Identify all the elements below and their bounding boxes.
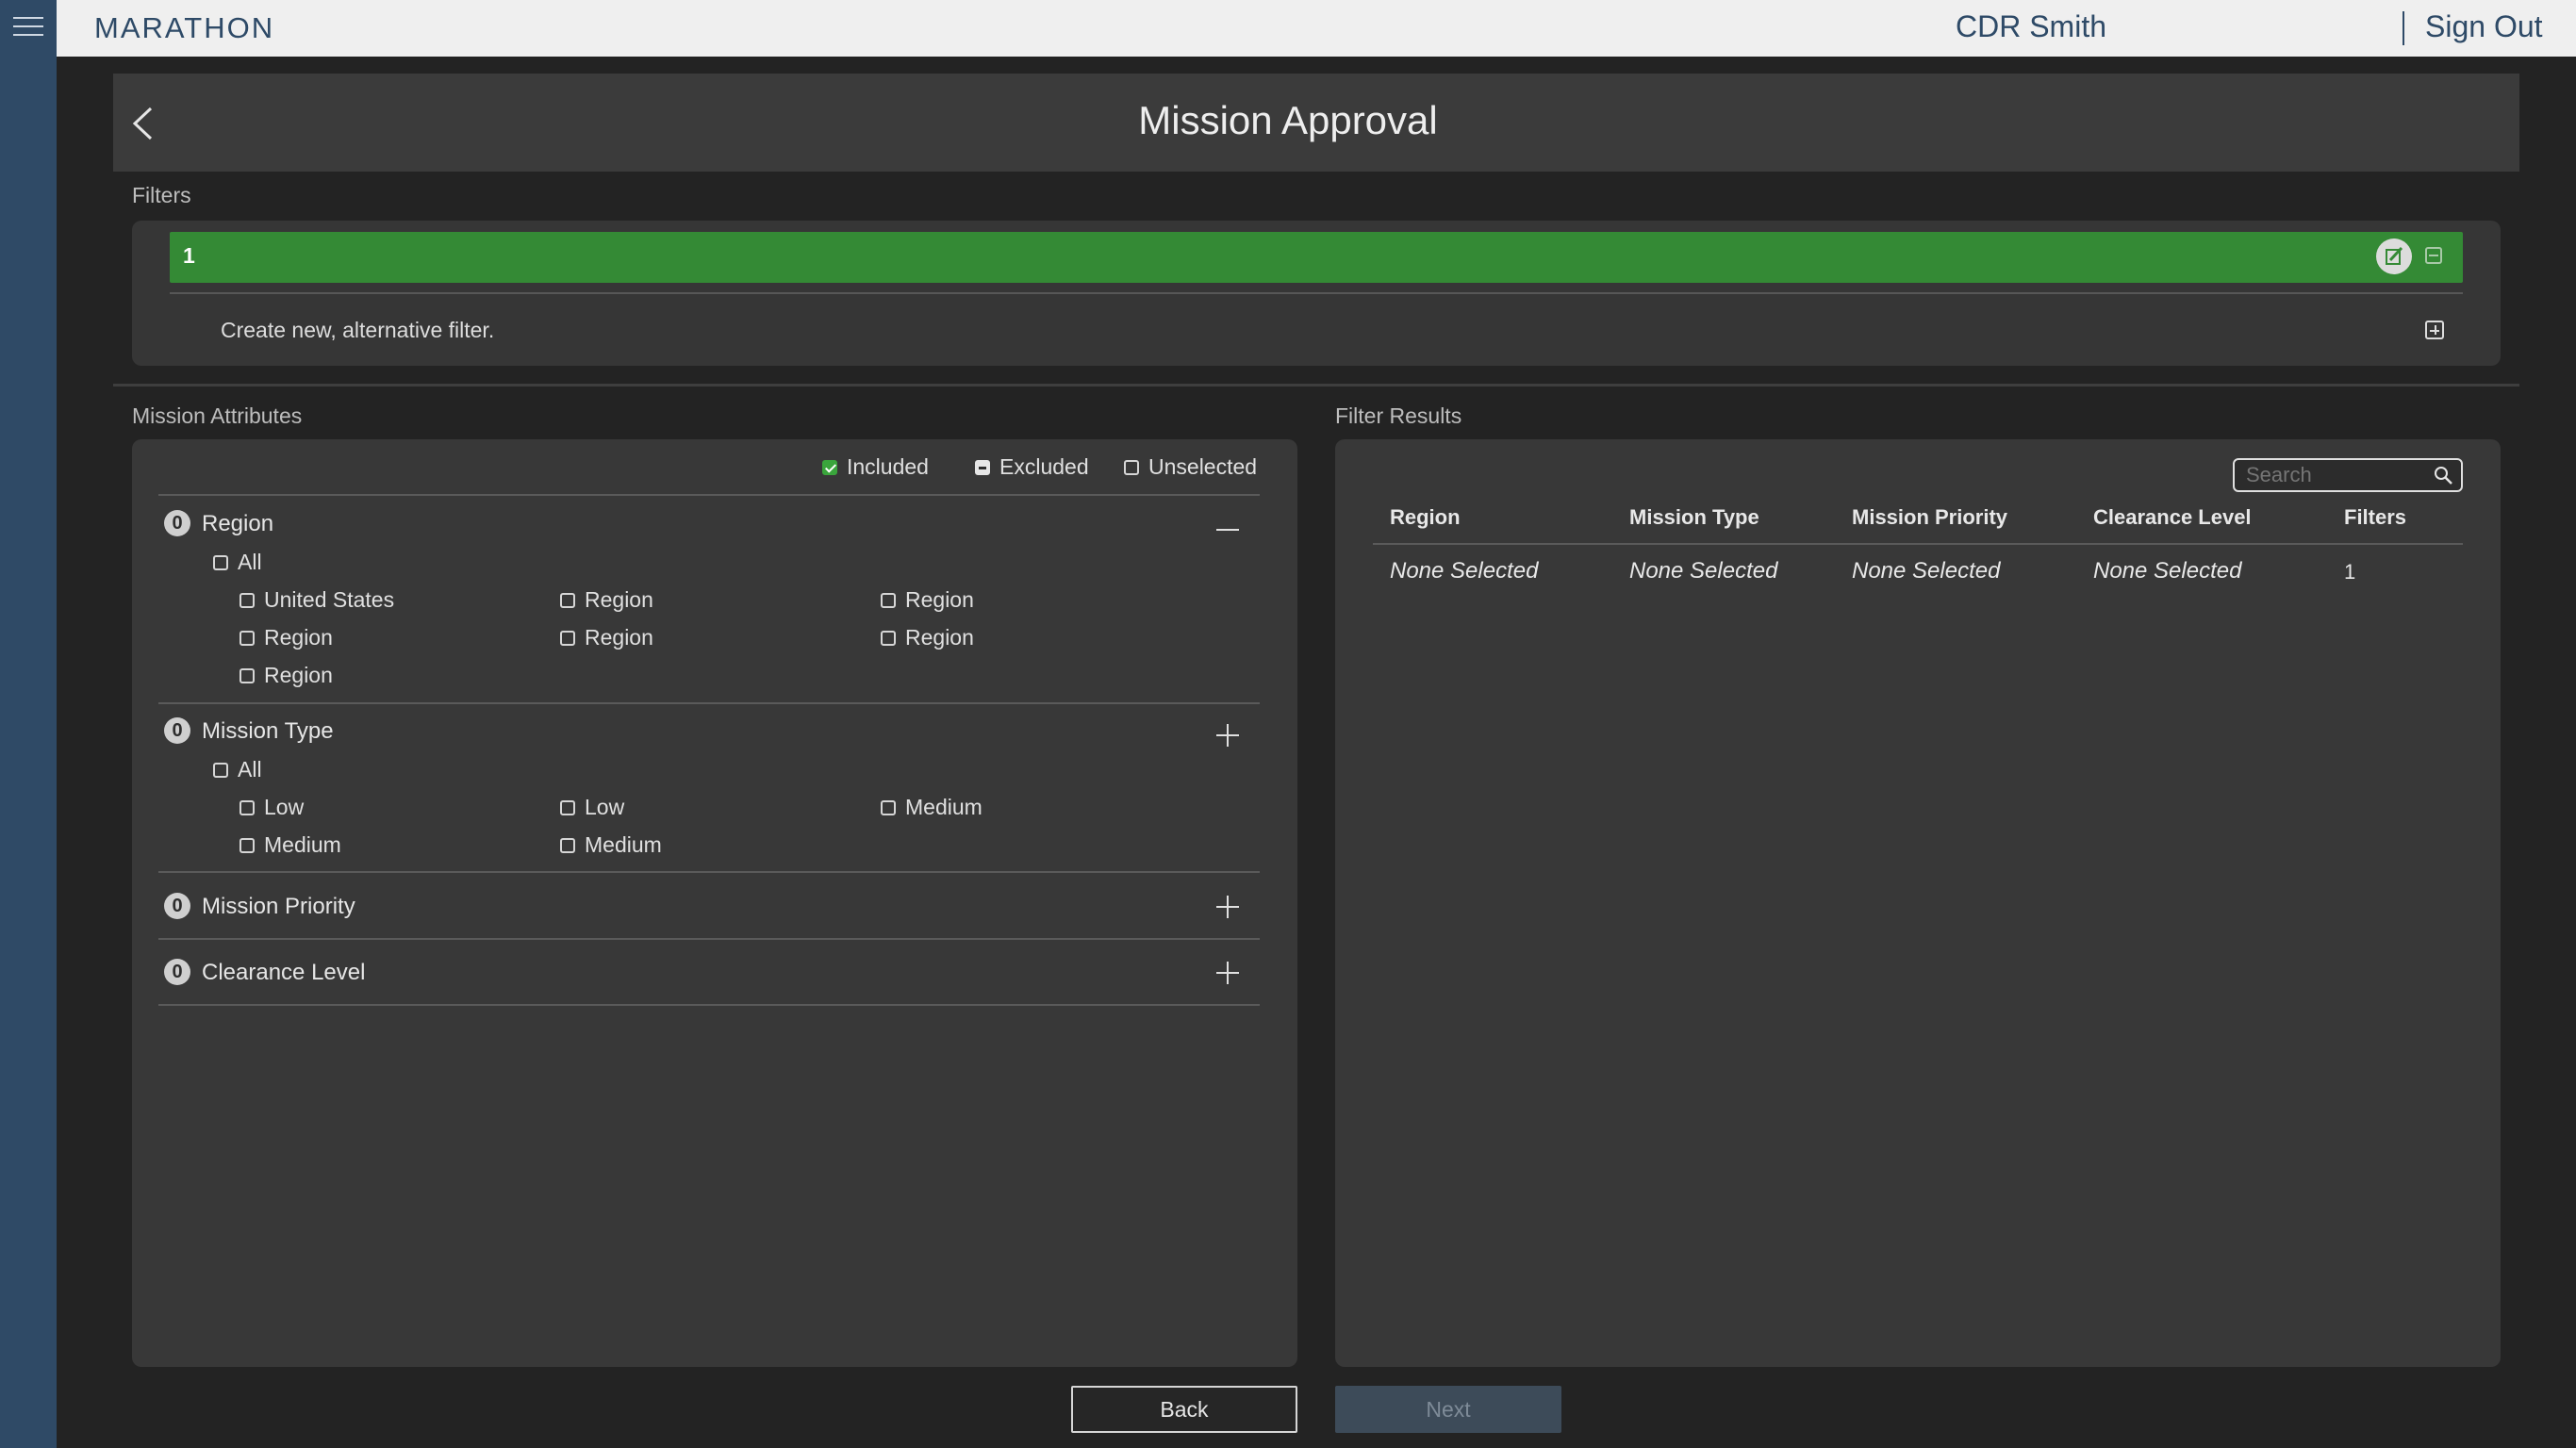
mission-type-option[interactable]: Low — [239, 795, 304, 820]
filters-label: Filters — [132, 183, 191, 207]
remove-filter-icon[interactable] — [2425, 247, 2442, 264]
mission-type-all-checkbox[interactable]: All — [213, 757, 262, 782]
unselected-checkbox-icon — [1124, 459, 1139, 475]
next-button[interactable]: Next — [1335, 1386, 1561, 1433]
mission-type-option[interactable]: Low — [560, 795, 624, 820]
edit-filter-icon[interactable] — [2376, 239, 2412, 274]
section-divider — [113, 384, 2519, 387]
attributes-divider — [158, 494, 1260, 496]
mission-attributes-label: Mission Attributes — [132, 403, 303, 428]
group-divider — [158, 702, 1260, 704]
collapse-region-icon[interactable] — [1216, 518, 1239, 541]
legend-unselected: Unselected — [1124, 454, 1257, 480]
filter-row-active[interactable] — [170, 232, 2463, 283]
group-divider — [158, 1004, 1260, 1006]
mission-priority-group-title[interactable]: Mission Priority — [202, 894, 355, 920]
group-divider — [158, 871, 1260, 873]
clearance-level-group-title[interactable]: Clearance Level — [202, 960, 365, 986]
top-bar — [57, 0, 2576, 57]
region-option[interactable]: Region — [881, 587, 974, 613]
column-header-clearance-level[interactable]: Clearance Level — [2093, 505, 2252, 530]
topbar-divider — [2403, 11, 2404, 45]
column-header-filters[interactable]: Filters — [2344, 505, 2406, 530]
region-option[interactable]: Region — [239, 625, 333, 650]
column-header-region[interactable]: Region — [1390, 505, 1461, 530]
add-filter-icon[interactable] — [2425, 321, 2444, 339]
search-input[interactable] — [2233, 458, 2463, 492]
table-cell: None Selected — [2093, 558, 2242, 584]
legend-excluded: Excluded — [975, 454, 1089, 480]
filter-name: 1 — [183, 243, 195, 268]
mission-type-count-badge: 0 — [164, 717, 190, 744]
filters-divider — [170, 292, 2463, 294]
region-count-badge: 0 — [164, 510, 190, 536]
region-option[interactable]: Region — [560, 587, 653, 613]
app-brand: MARATHON — [94, 11, 275, 44]
mission-type-option[interactable]: Medium — [881, 795, 983, 820]
region-option[interactable]: Region — [560, 625, 653, 650]
page-title: Mission Approval — [1138, 98, 1438, 142]
side-rail — [0, 0, 57, 1448]
region-all-checkbox[interactable]: All — [213, 550, 262, 575]
clearance-level-count-badge: 0 — [164, 959, 190, 985]
column-header-mission-priority[interactable]: Mission Priority — [1852, 505, 2007, 530]
included-checkbox-icon — [822, 459, 837, 475]
group-divider — [158, 938, 1260, 940]
excluded-checkbox-icon — [975, 459, 990, 475]
mission-priority-count-badge: 0 — [164, 893, 190, 919]
expand-mission-priority-icon[interactable] — [1216, 896, 1239, 918]
mission-type-group-title[interactable]: Mission Type — [202, 718, 334, 745]
legend-included: Included — [822, 454, 929, 480]
region-option[interactable]: Region — [239, 663, 333, 688]
table-cell: None Selected — [1852, 558, 2001, 584]
create-filter-text[interactable]: Create new, alternative filter. — [221, 318, 494, 343]
expand-mission-type-icon[interactable] — [1216, 724, 1239, 747]
table-cell: None Selected — [1390, 558, 1539, 584]
filter-results-label: Filter Results — [1335, 403, 1462, 428]
expand-clearance-level-icon[interactable] — [1216, 962, 1239, 984]
table-cell: 1 — [2344, 560, 2356, 584]
sign-out-link[interactable]: Sign Out — [2425, 9, 2543, 44]
mission-type-option[interactable]: Medium — [560, 832, 662, 858]
region-option[interactable]: Region — [881, 625, 974, 650]
region-group-title[interactable]: Region — [202, 511, 273, 537]
table-header-divider — [1373, 543, 2463, 545]
mission-type-option[interactable]: Medium — [239, 832, 341, 858]
hamburger-menu-icon[interactable] — [13, 17, 43, 40]
column-header-mission-type[interactable]: Mission Type — [1629, 505, 1759, 530]
back-button[interactable]: Back — [1071, 1386, 1297, 1433]
table-cell: None Selected — [1629, 558, 1778, 584]
region-option[interactable]: United States — [239, 587, 394, 613]
user-name: CDR Smith — [1955, 9, 2106, 43]
